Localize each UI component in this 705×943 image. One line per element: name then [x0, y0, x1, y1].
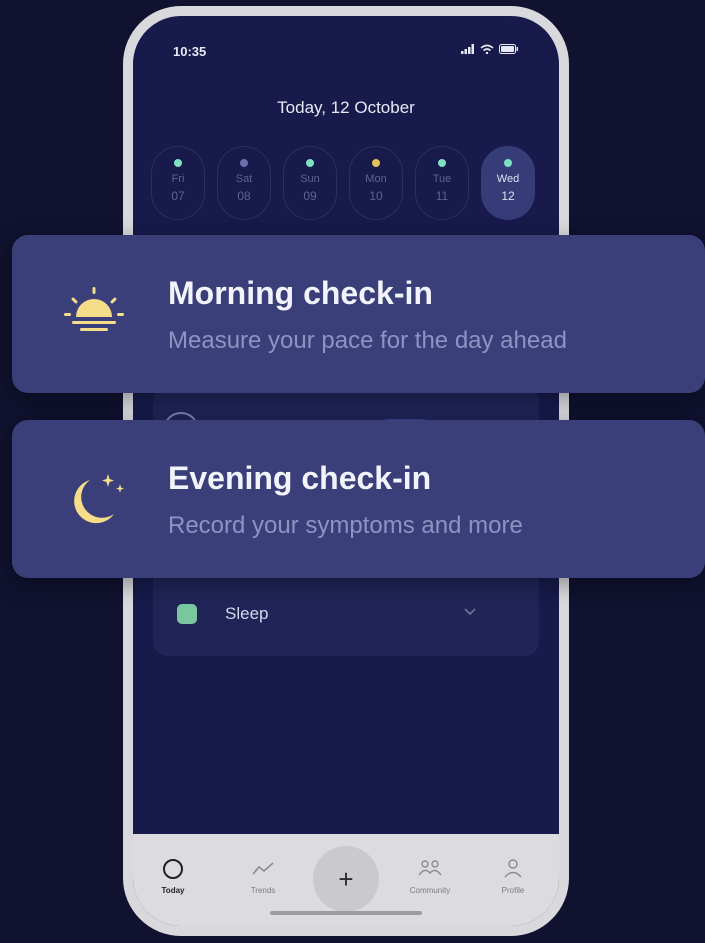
day-status-dot [372, 159, 380, 167]
evening-checkin-subtitle: Record your symptoms and more [168, 512, 523, 539]
day-status-dot [504, 159, 512, 167]
signal-icon [461, 44, 474, 54]
day-name: Fri [171, 173, 185, 185]
tab-label: Trends [250, 886, 276, 895]
morning-checkin-title: Morning check-in [168, 275, 433, 311]
tab-profile[interactable]: Profile [478, 856, 548, 895]
sleep-label: Sleep [225, 604, 269, 623]
day-fri[interactable]: Fri 07 [151, 146, 205, 220]
evening-checkin-card[interactable]: Evening check-in Record your symptoms an… [12, 420, 705, 578]
day-name: Tue [432, 173, 452, 185]
day-sun[interactable]: Sun 09 [283, 146, 337, 220]
tab-label: Community [409, 886, 451, 895]
day-number: 08 [237, 189, 251, 203]
community-icon [418, 860, 442, 876]
tab-label: Today [161, 886, 185, 895]
profile-icon [504, 859, 522, 878]
day-status-dot [438, 159, 446, 167]
morning-checkin-card[interactable]: Morning check-in Measure your pace for t… [12, 235, 705, 393]
day-status-dot [240, 159, 248, 167]
day-status-dot [306, 159, 314, 167]
sunrise-icon [64, 287, 124, 331]
page-title: Today, 12 October [277, 98, 415, 117]
battery-icon [499, 44, 518, 54]
day-sat[interactable]: Sat 08 [217, 146, 271, 220]
chevron-down-icon[interactable] [463, 606, 477, 616]
day-number: 11 [435, 189, 449, 203]
tab-trends[interactable]: Trends [228, 856, 298, 895]
sleep-color-swatch [177, 604, 197, 624]
trend-icon [252, 862, 274, 875]
day-selector: Fri 07 Sat 08 Sun 09 Mon 10 Tue 11 Wed 1… [151, 146, 535, 220]
circle-icon [163, 859, 183, 879]
day-name: Sun [300, 173, 320, 185]
day-number: 12 [501, 189, 515, 203]
morning-checkin-subtitle: Measure your pace for the day ahead [168, 327, 567, 354]
day-name: Mon [365, 173, 387, 185]
status-time: 10:35 [173, 44, 207, 59]
wifi-icon [480, 44, 494, 54]
day-number: 07 [171, 189, 185, 203]
status-bar: 10:35 [133, 16, 559, 76]
moon-stars-icon [74, 474, 124, 524]
status-icons [461, 44, 519, 54]
tab-today[interactable]: Today [138, 856, 208, 895]
tab-bar: Today Trends + Community Profile [133, 834, 559, 926]
tab-community[interactable]: Community [395, 856, 465, 895]
tab-label: Profile [501, 886, 525, 895]
day-name: Sat [235, 173, 253, 185]
day-mon[interactable]: Mon 10 [349, 146, 403, 220]
day-name: Wed [496, 173, 520, 185]
home-indicator [270, 911, 422, 915]
day-number: 10 [369, 189, 383, 203]
add-button[interactable]: + [313, 846, 379, 912]
day-tue[interactable]: Tue 11 [415, 146, 469, 220]
day-number: 09 [303, 189, 317, 203]
day-status-dot [174, 159, 182, 167]
list-item-sleep[interactable]: Sleep [177, 604, 268, 624]
day-wed[interactable]: Wed 12 [481, 146, 535, 220]
evening-checkin-title: Evening check-in [168, 460, 432, 496]
